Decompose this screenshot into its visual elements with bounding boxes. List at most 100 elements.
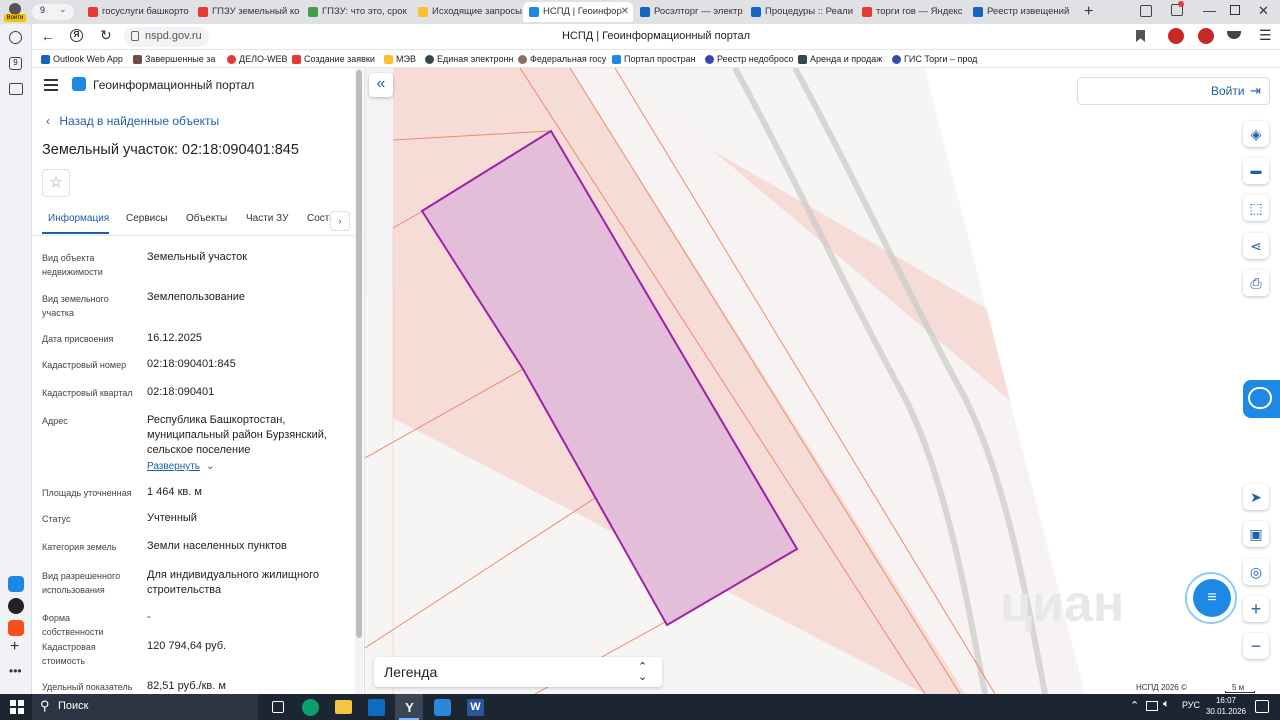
back-link[interactable]: ‹ Назад в найденные объекты xyxy=(46,114,219,128)
cadastral-map: циан xyxy=(365,68,1280,694)
login-button[interactable]: Войти ⇥ xyxy=(1077,77,1270,105)
maximize-icon[interactable] xyxy=(1230,5,1240,15)
yandex-icon[interactable]: Я xyxy=(70,29,83,42)
file-explorer-icon[interactable] xyxy=(335,700,352,714)
bookmark-icon[interactable] xyxy=(1136,30,1145,42)
more-icon[interactable]: ••• xyxy=(9,664,22,678)
tab-0[interactable]: госуслуги башкорто xyxy=(82,2,192,22)
field-label: Кадастровый номер xyxy=(42,360,127,370)
object-info-panel: Геоинформационный портал ‹ Назад в найде… xyxy=(32,68,365,694)
share-icon[interactable]: ⋖ xyxy=(1243,233,1269,259)
notifications-icon[interactable] xyxy=(1171,1,1184,16)
lync-icon[interactable] xyxy=(434,699,451,716)
edge-icon[interactable] xyxy=(302,699,319,716)
print-icon[interactable]: ⎙ xyxy=(1243,270,1269,296)
network-icon[interactable] xyxy=(1146,701,1158,711)
tab-information[interactable]: Информация xyxy=(48,213,109,224)
bookmark-item[interactable]: Единая электронн xyxy=(425,52,513,66)
tab-objects[interactable]: Объекты xyxy=(186,213,227,224)
tab-2[interactable]: ГПЗУ: что это, срок xyxy=(302,2,412,22)
app-shortcut-icon[interactable] xyxy=(8,620,24,636)
tab-services[interactable]: Сервисы xyxy=(126,213,167,224)
bookmark-item[interactable]: Аренда и продаж xyxy=(798,52,882,66)
tab-3[interactable]: Исходящие запросы xyxy=(412,2,522,22)
locate-icon[interactable]: ➤ xyxy=(1243,484,1269,510)
screenshot-icon[interactable] xyxy=(9,83,23,95)
zoom-in-icon[interactable]: + xyxy=(1243,596,1269,622)
bookmark-label: Реестр недобросо xyxy=(717,54,794,64)
bookmark-item[interactable]: Реестр недобросо xyxy=(705,52,794,66)
task-view-icon[interactable] xyxy=(272,701,284,713)
legend-label: Легенда xyxy=(384,664,438,680)
reload-icon[interactable]: ↻ xyxy=(100,27,112,44)
history-icon[interactable] xyxy=(9,31,22,44)
yandex-browser-task[interactable]: Y xyxy=(395,694,423,720)
language-indicator[interactable]: РУС xyxy=(1182,700,1200,710)
clock[interactable]: 16:07 30.01.2026 xyxy=(1204,695,1248,717)
download-icon[interactable] xyxy=(1227,31,1241,39)
bookmark-item[interactable]: ДЕЛО-WEB xyxy=(227,52,288,66)
tab-1[interactable]: ГПЗУ земельный ко xyxy=(192,2,302,22)
new-tab-icon[interactable]: + xyxy=(1084,2,1093,22)
tab-favicon xyxy=(198,7,208,17)
bookmark-item[interactable]: Outlook Web App xyxy=(41,52,123,66)
chat-button[interactable]: ≡ xyxy=(1185,572,1241,624)
tab-7[interactable]: торги гов — Яндекс xyxy=(856,2,966,22)
word-icon[interactable]: W xyxy=(467,699,484,716)
panel-scrollbar-thumb[interactable] xyxy=(356,70,362,638)
bookmark-favicon xyxy=(384,55,393,64)
windows-start-icon[interactable] xyxy=(10,700,24,714)
back-arrow-icon[interactable]: ← xyxy=(41,28,55,44)
bookmark-item[interactable]: МЭВ xyxy=(384,52,416,66)
hamburger-menu-icon[interactable] xyxy=(44,79,58,91)
tab-counter[interactable]: 9 ⌄ xyxy=(32,4,74,20)
tab-5[interactable]: Росэлторг — электр xyxy=(634,2,744,22)
url-field[interactable]: nspd.gov.ru xyxy=(124,27,209,47)
bookmark-item[interactable]: ГИС Торги – прод xyxy=(892,52,977,66)
app-shortcut-icon[interactable] xyxy=(8,598,24,614)
tabs-icon[interactable]: 9 xyxy=(9,57,22,70)
app-shortcut-icon[interactable] xyxy=(8,576,24,592)
extension-icon[interactable] xyxy=(1168,28,1184,44)
bookmark-item[interactable]: Федеральная госу xyxy=(518,52,606,66)
layers-icon[interactable]: ◈ xyxy=(1243,121,1269,147)
collections-icon[interactable] xyxy=(1140,5,1152,17)
taskbar-search[interactable]: ⚲ Поиск xyxy=(32,694,258,720)
minimap-icon[interactable]: ▣ xyxy=(1243,521,1269,547)
outlook-icon[interactable] xyxy=(368,699,385,716)
ruler-icon[interactable]: ▬ xyxy=(1243,158,1269,184)
add-icon[interactable]: + xyxy=(10,638,19,656)
volume-icon[interactable]: 🔈︎ xyxy=(1163,698,1170,711)
tab-favicon xyxy=(88,7,98,17)
tab-4-active[interactable]: НСПД | Геоинфор ✕ xyxy=(523,2,633,22)
menu-icon[interactable]: ☰ xyxy=(1259,27,1272,44)
field-value: 120 794,64 руб. xyxy=(147,640,227,652)
map-canvas[interactable]: циан xyxy=(365,68,1280,694)
geo-search-icon[interactable]: ◎ xyxy=(1243,559,1269,585)
legend-panel[interactable]: Легенда ⌃ ⌄ xyxy=(374,657,662,687)
close-tab-icon[interactable]: ✕ xyxy=(621,2,629,22)
bookmark-item[interactable]: Портал простран xyxy=(612,52,696,66)
expand-link-label: Развернуть xyxy=(147,461,201,472)
bookmark-item[interactable]: Создание заявки xyxy=(292,52,375,66)
profile-avatar[interactable]: Войти xyxy=(4,2,26,22)
close-window-icon[interactable]: ✕ xyxy=(1258,3,1269,19)
favorite-star-icon[interactable]: ☆ xyxy=(42,169,70,197)
tray-arrow-icon[interactable]: ⌃ xyxy=(1130,699,1139,712)
feedback-button[interactable] xyxy=(1243,380,1280,418)
expand-link[interactable]: Развернуть ⌄ xyxy=(147,461,214,472)
extension-icon[interactable] xyxy=(1198,28,1214,44)
tab-parts[interactable]: Части ЗУ xyxy=(246,213,288,224)
bookmark-favicon xyxy=(133,55,142,64)
notification-center-icon[interactable] xyxy=(1255,700,1269,713)
tabs-scroll-right-icon[interactable]: › xyxy=(330,211,350,231)
search-label: Поиск xyxy=(58,700,89,712)
tab-8[interactable]: Реестр извещений xyxy=(967,2,1077,22)
select-area-icon[interactable]: ⬚ xyxy=(1243,195,1269,221)
bookmark-item[interactable]: Завершенные за xyxy=(133,52,215,66)
zoom-out-icon[interactable]: − xyxy=(1243,633,1269,659)
minimize-icon[interactable]: — xyxy=(1203,3,1216,18)
tab-favicon xyxy=(973,7,983,17)
tab-6[interactable]: Процедуры :: Реали xyxy=(745,2,855,22)
collapse-panel-icon[interactable]: « xyxy=(369,73,393,97)
